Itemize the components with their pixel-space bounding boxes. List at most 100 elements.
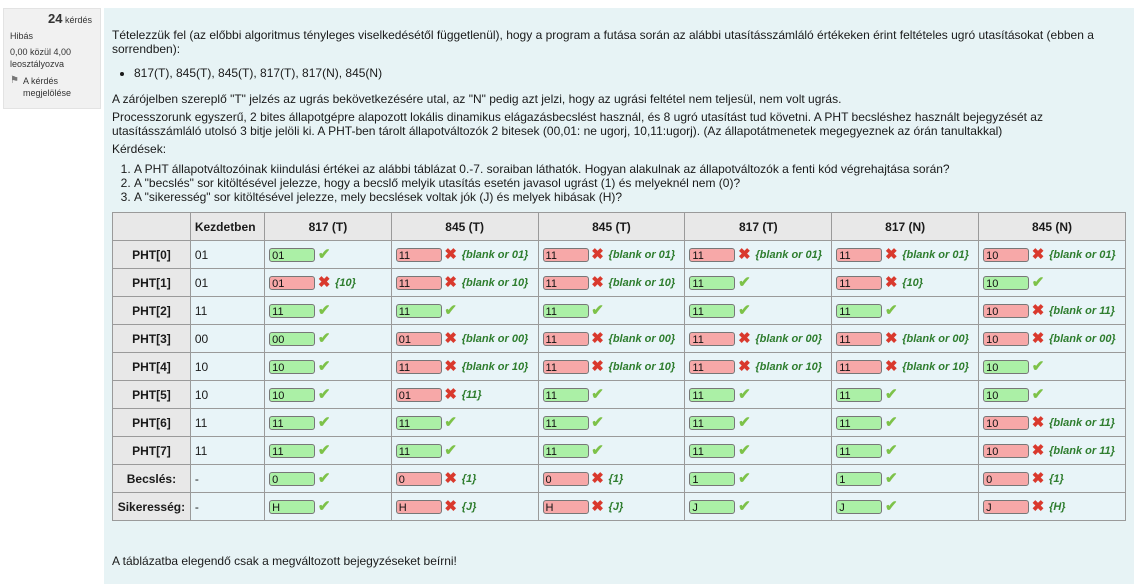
answer-input[interactable]: 11	[542, 247, 589, 262]
answer-input[interactable]: 11	[689, 303, 736, 318]
answer-input[interactable]: J	[983, 499, 1030, 514]
answer-input[interactable]: 10	[983, 303, 1030, 318]
answer-input[interactable]: 11	[836, 415, 883, 430]
answer-input[interactable]: 11	[542, 303, 589, 318]
answer-input[interactable]: 11	[542, 415, 589, 430]
answer-cell: 11 ✔	[390, 436, 539, 465]
answer-input[interactable]: H	[269, 499, 316, 514]
question-paragraph-2: Processzorunk egyszerű, 2 bites állapotg…	[112, 110, 1043, 138]
answer-input[interactable]: 01	[269, 275, 316, 290]
answer-input[interactable]: 11	[689, 359, 736, 374]
cross-icon: ✖	[591, 273, 604, 291]
answer-cell-content: 11 ✔	[689, 385, 827, 403]
check-icon: ✔	[591, 385, 604, 403]
correct-answer: {blank or 01}	[902, 248, 969, 261]
answer-input[interactable]: 0	[269, 471, 316, 486]
answer-input[interactable]: 01	[269, 247, 316, 262]
answer-input[interactable]: 11	[395, 303, 442, 318]
answer-input[interactable]: 11	[836, 387, 883, 402]
answer-input[interactable]: 11	[395, 247, 442, 262]
cross-icon: ✖	[1031, 329, 1045, 347]
jump-sequence-list: 817(T), 845(T), 845(T), 817(T), 817(N), …	[112, 66, 1126, 80]
answer-input[interactable]: 11	[269, 443, 316, 458]
answer-input[interactable]: 11	[542, 359, 589, 374]
answer-input[interactable]: 01	[395, 331, 442, 346]
answer-input[interactable]: 11	[269, 415, 316, 430]
answer-input[interactable]: 11	[395, 415, 442, 430]
answer-cell-content: 11 ✔	[689, 275, 827, 290]
answer-cell: 01 ✔	[264, 240, 392, 269]
initial-value: 00	[189, 324, 266, 353]
check-icon: ✔	[738, 497, 751, 515]
answer-input[interactable]: 11	[689, 275, 736, 290]
answer-input[interactable]: 10	[983, 415, 1030, 430]
answer-input[interactable]: 10	[983, 359, 1030, 374]
answer-input[interactable]: 10	[983, 275, 1030, 290]
answer-input[interactable]: 11	[542, 275, 589, 290]
answer-input[interactable]: 0	[542, 471, 589, 486]
correct-answer: {J}	[608, 500, 624, 513]
answer-cell: 10 ✔	[978, 352, 1126, 381]
answer-input[interactable]: 11	[689, 415, 736, 430]
answer-input[interactable]: 11	[689, 387, 736, 402]
answer-input[interactable]: 11	[395, 443, 442, 458]
check-icon: ✔	[317, 385, 331, 403]
answer-input[interactable]: J	[836, 499, 883, 514]
answer-input[interactable]: 10	[983, 247, 1030, 262]
answer-input[interactable]: 11	[836, 331, 883, 346]
initial-value: 01	[189, 268, 266, 297]
correct-answer: {blank or 00}	[755, 332, 823, 345]
answer-input[interactable]: 1	[689, 471, 736, 486]
questions-list: A PHT állapotváltozóinak kiindulási érté…	[112, 162, 1126, 204]
answer-input[interactable]: 0	[983, 471, 1030, 486]
answer-input[interactable]: 11	[836, 443, 883, 458]
cross-icon: ✖	[738, 329, 751, 347]
answer-input[interactable]: 11	[836, 247, 883, 262]
answer-input[interactable]: 0	[395, 471, 442, 486]
answer-input[interactable]: J	[689, 499, 736, 514]
answer-input[interactable]: 11	[542, 443, 589, 458]
answer-input[interactable]: 1	[836, 471, 883, 486]
answer-input[interactable]: 11	[689, 331, 736, 346]
answer-input[interactable]: 10	[983, 387, 1030, 402]
header-step-5: 817 (N)	[831, 212, 980, 241]
answer-input[interactable]: H	[395, 499, 442, 514]
answer-cell: 0 ✖ {1}	[978, 464, 1126, 493]
answer-input[interactable]: 11	[395, 275, 442, 290]
answer-input[interactable]: 10	[269, 359, 316, 374]
correct-answer: {blank or 00}	[608, 332, 676, 345]
answer-input[interactable]: 11	[836, 359, 883, 374]
check-icon: ✔	[884, 301, 898, 319]
answer-input[interactable]: 11	[689, 247, 736, 262]
answer-cell-content: 10 ✔	[269, 359, 387, 374]
answer-input[interactable]: 00	[269, 331, 316, 346]
answer-input[interactable]: H	[542, 499, 589, 514]
answer-input[interactable]: 11	[542, 387, 589, 402]
correct-answer: {blank or 10}	[608, 360, 676, 373]
correct-answer: {blank or 11}	[1049, 416, 1115, 429]
answer-cell-content: 11 ✔	[836, 415, 974, 430]
answer-input[interactable]: 11	[542, 331, 589, 346]
cross-icon: ✖	[884, 329, 898, 347]
cross-icon: ✖	[444, 469, 457, 487]
flag-question-link[interactable]: ⚑ A kérdés megjelölése	[10, 75, 94, 99]
check-icon: ✔	[738, 385, 751, 403]
answer-input[interactable]: 11	[836, 275, 883, 290]
answer-input[interactable]: 11	[689, 443, 736, 458]
answer-cell: 11 ✔	[684, 380, 833, 409]
check-icon: ✔	[1031, 357, 1045, 375]
answer-input[interactable]: 10	[983, 443, 1030, 458]
table-row: PHT[4] 10 10 ✔ 11 ✖ {blank or 10} 11 ✖ {blank or …	[112, 352, 1126, 381]
answer-cell-content: 10 ✖ {blank or 00}	[983, 329, 1121, 347]
answer-input[interactable]: 11	[836, 303, 883, 318]
answer-cell-content: 10 ✔	[983, 357, 1121, 375]
table-row: PHT[2] 11 11 ✔ 11 ✔ 11 ✔ 11 ✔ 11 ✔ 10 ✖ {blank or 11}	[112, 296, 1126, 325]
header-initial: Kezdetben	[189, 212, 266, 241]
row-label: PHT[1]	[112, 268, 191, 297]
answer-cell: 01 ✖ {blank or 00}	[390, 324, 539, 353]
answer-input[interactable]: 10	[269, 387, 316, 402]
answer-input[interactable]: 01	[395, 387, 442, 402]
answer-input[interactable]: 11	[395, 359, 442, 374]
answer-input[interactable]: 10	[983, 331, 1030, 346]
answer-input[interactable]: 11	[269, 303, 316, 318]
